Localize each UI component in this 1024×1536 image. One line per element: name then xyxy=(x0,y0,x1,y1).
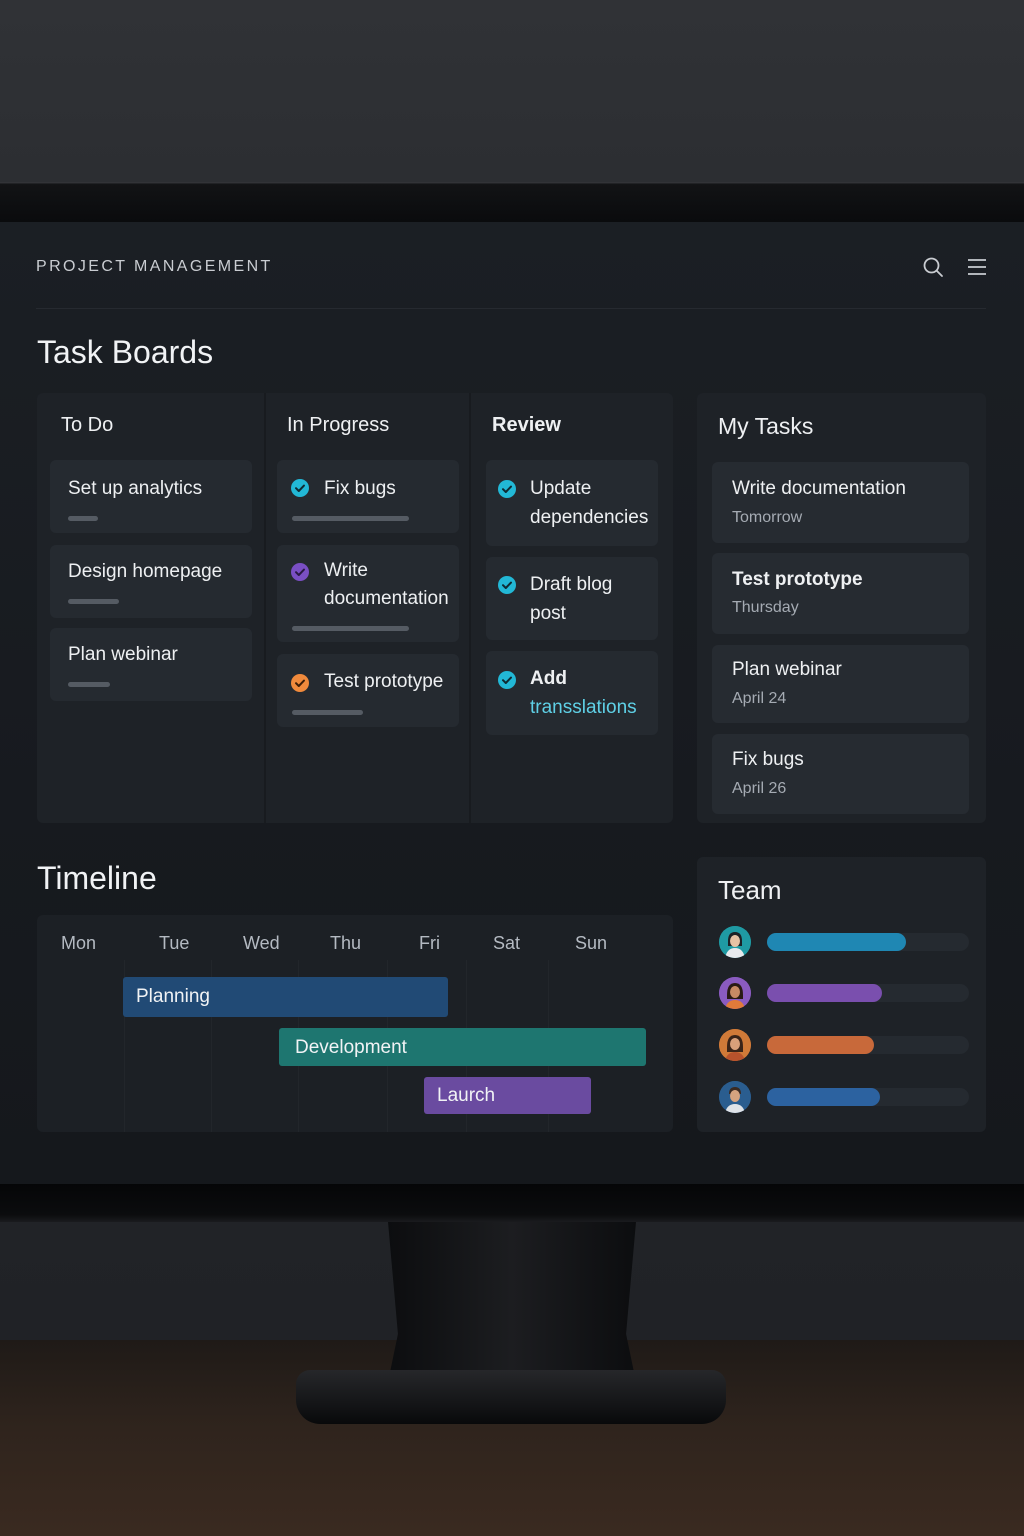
timeline-day-label: Thu xyxy=(330,933,362,953)
my-task-item[interactable]: Test prototype Thursday xyxy=(712,553,969,634)
my-task-title: Fix bugs xyxy=(732,749,804,770)
task-card-title: Test prototype xyxy=(324,671,444,692)
task-card[interactable]: Draft blog post xyxy=(486,557,658,640)
status-check-icon xyxy=(498,671,516,689)
task-card-title-line2: documentation xyxy=(324,588,449,609)
my-task-due-date: Thursday xyxy=(732,599,799,616)
timeline-day-label: Fri xyxy=(419,933,440,953)
avatar[interactable] xyxy=(719,926,751,958)
my-task-title: Test prototype xyxy=(732,569,863,590)
member-progress-fill xyxy=(767,984,883,1002)
timeline-day-label: Wed xyxy=(243,933,280,953)
timeline-day-label: Mon xyxy=(61,933,97,953)
member-progress-fill xyxy=(767,1036,875,1054)
column-title-todo: To Do xyxy=(61,414,114,436)
header-divider xyxy=(36,308,986,309)
task-card-title-line2: transslations xyxy=(530,697,637,718)
timeline-bar-planning[interactable]: Planning xyxy=(123,977,448,1017)
task-card[interactable]: Plan webinar xyxy=(50,628,252,701)
member-progress-track xyxy=(767,1036,969,1054)
task-card-progress xyxy=(292,710,363,715)
status-check-icon xyxy=(291,674,309,692)
column-divider xyxy=(264,393,266,823)
my-task-due-date: Tomorrow xyxy=(732,509,803,526)
timeline-bar-label: Planning xyxy=(136,986,210,1007)
timeline-title: Timeline xyxy=(37,860,157,896)
task-card[interactable]: Update dependencies xyxy=(486,460,658,546)
timeline-bar-label: Laurch xyxy=(437,1085,496,1106)
timeline-bar-development[interactable]: Development xyxy=(279,1028,646,1066)
member-progress-fill xyxy=(767,1088,881,1106)
task-card-title-line1: Update xyxy=(530,478,592,499)
member-progress-track xyxy=(767,984,969,1002)
monitor-bezel-bottom xyxy=(0,1184,1024,1222)
timeline-day-label: Tue xyxy=(159,933,190,953)
member-progress-track xyxy=(767,933,969,951)
task-card-progress xyxy=(292,516,409,521)
status-check-icon xyxy=(291,479,309,497)
task-card-title-line2: dependencies xyxy=(530,507,649,528)
member-progress-fill xyxy=(767,933,907,951)
app-title: PROJECT MANAGEMENT xyxy=(36,258,273,275)
status-check-icon xyxy=(291,563,309,581)
my-task-item[interactable]: Fix bugs April 26 xyxy=(712,734,969,814)
task-card[interactable]: Add transslations xyxy=(486,651,658,735)
monitor-stand xyxy=(388,1222,636,1382)
timeline-bar-label: Development xyxy=(295,1037,407,1058)
task-card-title: Plan webinar xyxy=(68,644,178,665)
task-card-title: Fix bugs xyxy=(324,478,396,499)
task-card-title: Set up analytics xyxy=(68,478,203,499)
avatar[interactable] xyxy=(719,1029,751,1061)
task-card-title: Design homepage xyxy=(68,561,223,582)
my-task-title: Write documentation xyxy=(732,478,906,499)
timeline-day-label: Sun xyxy=(575,933,608,953)
my-task-item[interactable]: Plan webinar April 24 xyxy=(712,645,969,723)
task-card-title-line1: Write xyxy=(324,560,368,581)
column-divider xyxy=(469,393,471,823)
column-title-in-progress: In Progress xyxy=(287,414,390,436)
column-title-review: Review xyxy=(492,414,561,436)
task-card[interactable]: Design homepage xyxy=(50,545,252,618)
my-tasks-title: My Tasks xyxy=(718,413,814,439)
task-card-progress xyxy=(68,599,119,604)
my-task-item[interactable]: Write documentation Tomorrow xyxy=(712,462,969,543)
task-card-title-line1: Draft blog xyxy=(530,574,613,595)
member-progress-track xyxy=(767,1088,969,1106)
status-check-icon xyxy=(498,576,516,594)
timeline-day-label: Sat xyxy=(493,933,521,953)
task-card-progress xyxy=(68,682,110,687)
task-boards-title: Task Boards xyxy=(37,334,214,370)
my-task-due-date: April 24 xyxy=(732,690,787,707)
search-icon[interactable] xyxy=(922,256,944,278)
avatar[interactable] xyxy=(719,1081,751,1113)
task-card-title-line2: post xyxy=(530,603,566,624)
menu-icon[interactable] xyxy=(966,256,988,278)
avatar[interactable] xyxy=(719,977,751,1009)
monitor-stand-base xyxy=(296,1370,726,1424)
task-card-progress xyxy=(292,626,409,631)
task-card-progress xyxy=(68,516,98,521)
status-check-icon xyxy=(498,480,516,498)
my-task-title: Plan webinar xyxy=(732,659,842,680)
team-title: Team xyxy=(718,875,782,905)
task-card[interactable]: Test prototype xyxy=(277,654,459,727)
task-card[interactable]: Fix bugs xyxy=(277,460,459,533)
task-card[interactable]: Write documentation xyxy=(277,545,459,642)
timeline-bar-launch[interactable]: Laurch xyxy=(424,1077,591,1114)
task-card[interactable]: Set up analytics xyxy=(50,460,252,533)
task-card-title-line1: Add xyxy=(530,668,567,689)
my-task-due-date: April 26 xyxy=(732,780,787,797)
monitor-bezel-top xyxy=(0,182,1024,222)
